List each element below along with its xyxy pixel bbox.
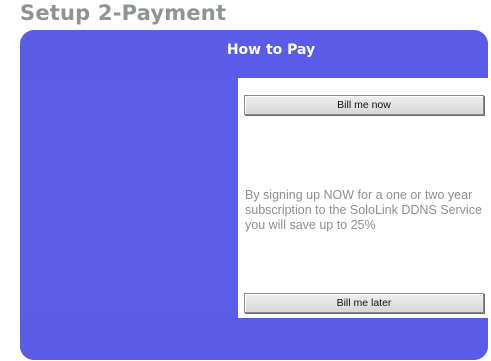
bill-me-now-button[interactable]: Bill me now: [244, 95, 484, 115]
panel-footer: [20, 318, 488, 360]
payment-panel: How to Pay Bill me now By signing up NOW…: [20, 30, 488, 360]
panel-header-title: How to Pay: [226, 42, 316, 58]
bill-me-later-button[interactable]: Bill me later: [244, 293, 484, 313]
promo-text: By signing up NOW for a one or two year …: [245, 188, 482, 232]
side-panel: [20, 78, 238, 318]
panel-header: How to Pay: [20, 30, 488, 70]
page-title: Setup 2-Payment: [20, 1, 227, 25]
payment-options: Bill me now By signing up NOW for a one …: [238, 78, 488, 318]
